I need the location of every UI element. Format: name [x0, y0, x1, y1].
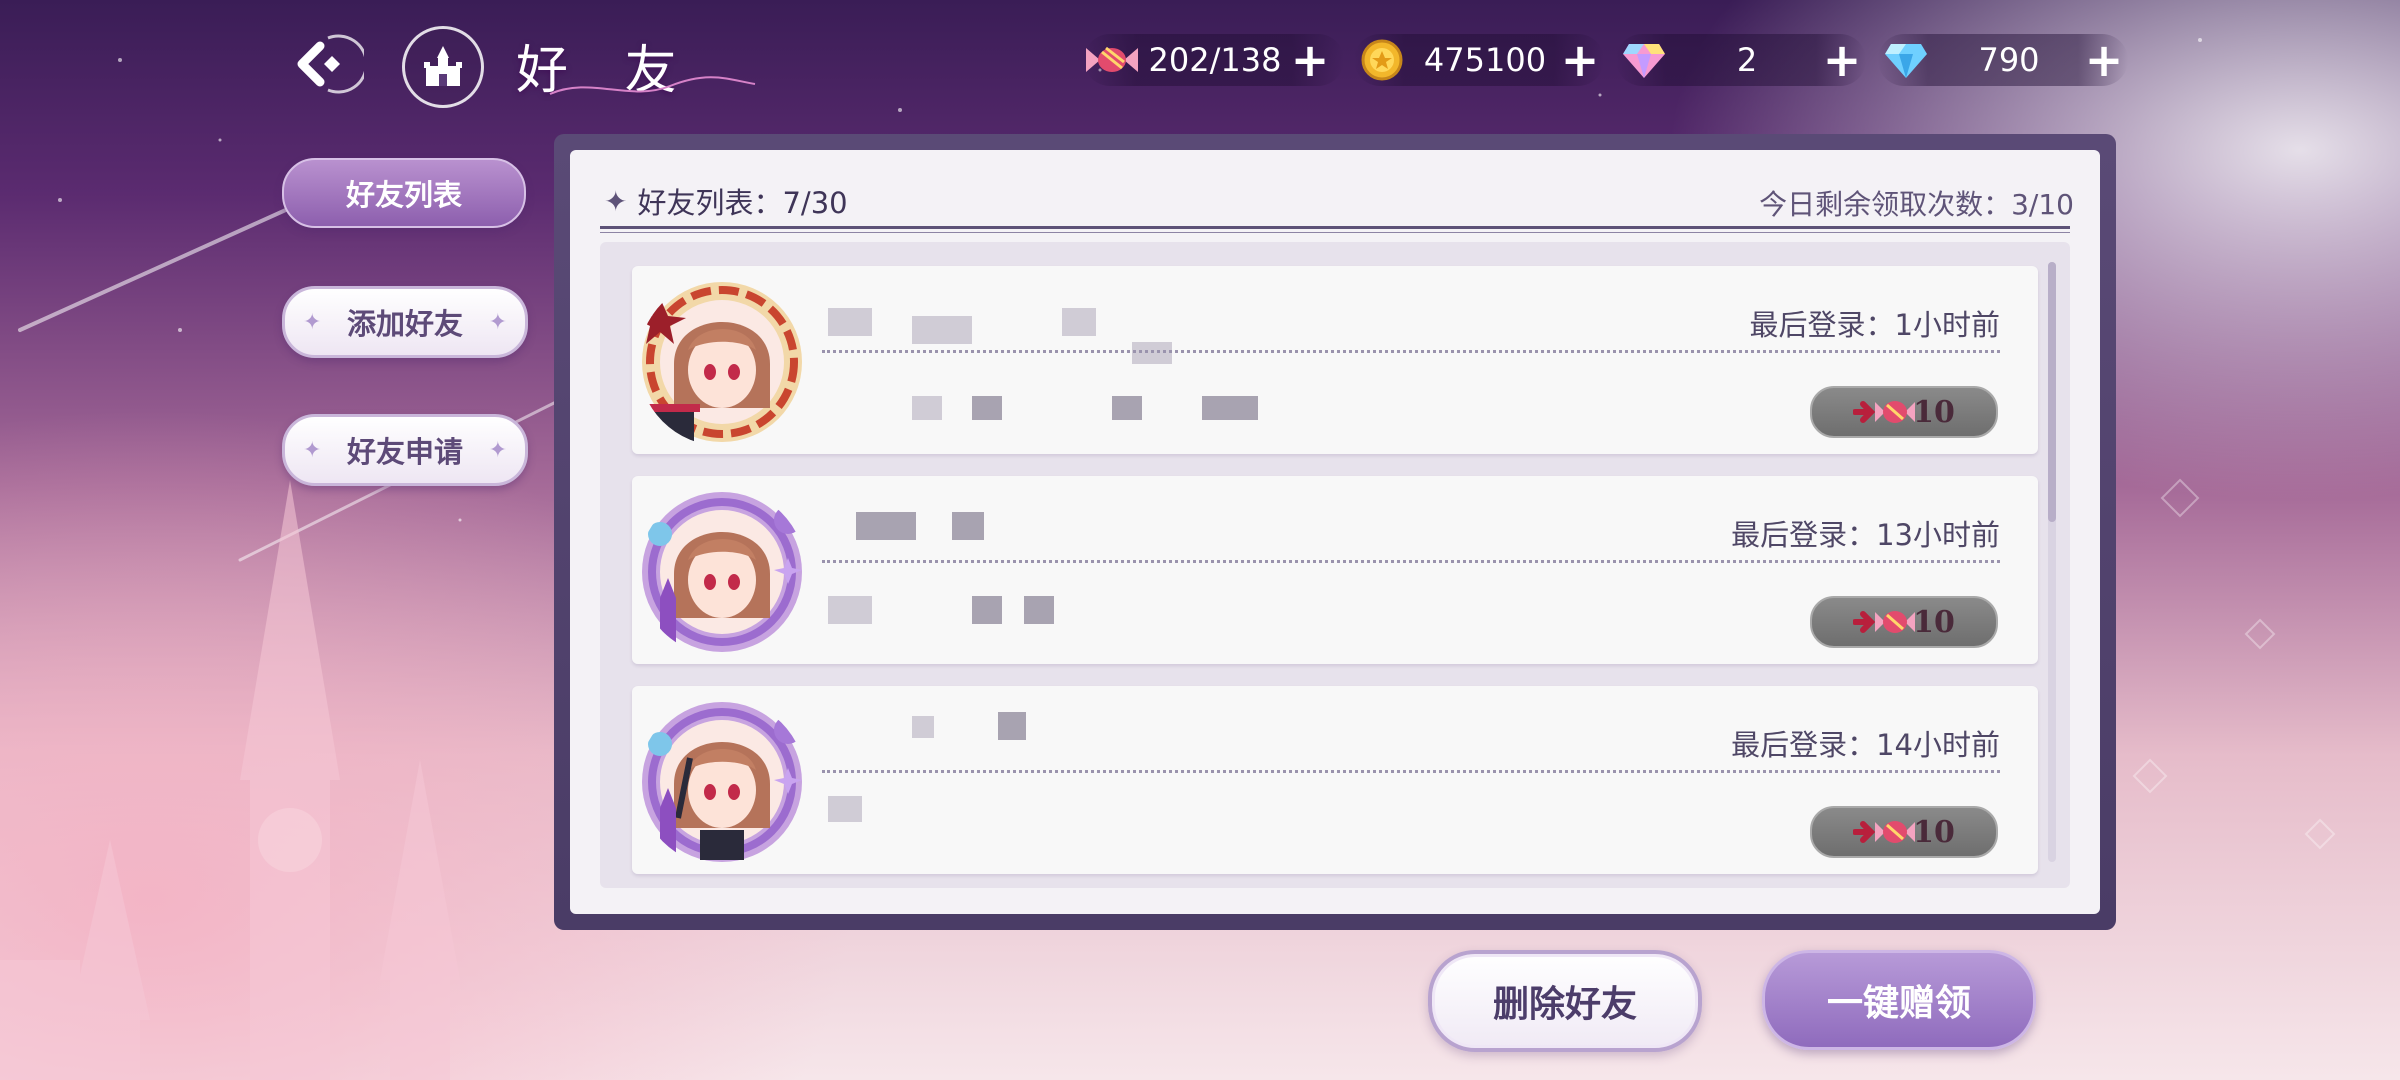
mosaic-uid [1024, 596, 1054, 624]
remaining-claims-label: 今日剩余领取次数：3/10 [1759, 188, 2074, 221]
gift-candy-button[interactable]: 10 [1810, 386, 1998, 438]
tab-friend-list[interactable]: 好友列表 [282, 158, 526, 228]
mosaic-uid [1112, 396, 1142, 420]
mosaic-name [912, 716, 934, 738]
sparkle-icon: ✦ [303, 309, 322, 335]
mosaic-name [1062, 308, 1096, 336]
mosaic-name [952, 512, 984, 540]
rainbow-diamond-icon [1616, 32, 1672, 88]
dotted-divider [822, 350, 2000, 353]
mosaic-name [856, 512, 916, 540]
friend-list-scroll-thumb[interactable] [2048, 262, 2056, 522]
delete-friend-button[interactable]: 删除好友 [1428, 950, 1702, 1052]
blue-diamond-icon [1878, 32, 1934, 88]
add-gold-button[interactable]: + [1560, 37, 1600, 83]
avatar[interactable] [638, 488, 806, 656]
tab-friend-requests[interactable]: ✦ 好友申请 ✦ [282, 414, 528, 486]
mosaic-name [998, 712, 1026, 740]
list-item[interactable]: 最后登录：13小时前 10 [632, 476, 2038, 664]
gold-value: 475100 [1423, 41, 1547, 79]
add-blue-gem-button[interactable]: + [2084, 37, 2124, 83]
mosaic-name [912, 316, 972, 344]
send-candy-icon [1853, 821, 1916, 843]
gift-candy-button[interactable]: 10 [1810, 806, 1998, 858]
tab-friend-list-label: 好友列表 [345, 178, 462, 212]
sparkle-icon: ✦ [488, 309, 507, 335]
avatar[interactable] [638, 278, 806, 446]
send-candy-icon [1853, 401, 1916, 423]
dotted-divider [822, 560, 2000, 563]
rainbow-gem-value: 2 [1736, 41, 1758, 79]
mosaic-uid [1202, 396, 1258, 420]
gift-candy-button[interactable]: 10 [1810, 596, 1998, 648]
list-item[interactable]: 最后登录：14小时前 10 [632, 686, 2038, 874]
last-login-label: 最后登录：14小时前 [1731, 728, 2000, 762]
gift-all-button[interactable]: 一键赠领 [1762, 950, 2036, 1050]
add-candy-button[interactable]: + [1290, 37, 1330, 83]
tab-add-friend-label: 添加好友 [346, 307, 463, 341]
mosaic-name [828, 308, 872, 336]
mosaic-uid [828, 796, 862, 822]
title-flourish [549, 76, 756, 95]
back-button[interactable] [284, 24, 364, 104]
friend-count-label: 好友列表：7/30 [637, 186, 848, 220]
home-button[interactable] [402, 26, 484, 108]
mosaic-uid [828, 596, 872, 624]
gift-count: 10 [1913, 604, 1955, 640]
tab-add-friend[interactable]: ✦ 添加好友 ✦ [282, 286, 528, 358]
add-rainbow-gem-button[interactable]: + [1822, 37, 1862, 83]
list-item[interactable]: 最后登录：1小时前 10 [632, 266, 2038, 454]
resource-rainbow-gem: 2 + [1616, 34, 1866, 86]
gift-count: 10 [1913, 814, 1955, 850]
avatar[interactable] [638, 698, 806, 866]
sparkle-icon: ✦ [303, 437, 322, 463]
mosaic-name [1132, 342, 1172, 364]
gold-coin-icon [1354, 32, 1410, 88]
tab-friend-requests-label: 好友申请 [346, 435, 463, 469]
resource-candy: 202/138 + [1084, 34, 1344, 86]
sparkle-icon: ✦ [488, 437, 507, 463]
mosaic-uid [912, 396, 942, 420]
send-candy-icon [1853, 611, 1916, 633]
mosaic-uid [972, 596, 1002, 624]
gift-count: 10 [1913, 394, 1955, 430]
last-login-label: 最后登录：13小时前 [1731, 518, 2000, 552]
back-arrow-icon [297, 34, 364, 94]
resource-blue-gem: 790 + [1878, 34, 2128, 86]
last-login-label: 最后登录：1小时前 [1749, 308, 2000, 342]
candy-icon [1084, 32, 1140, 88]
candy-value: 202/138 [1148, 41, 1282, 79]
sparkle-icon: ✦ [604, 184, 628, 218]
mosaic-uid [972, 396, 1002, 420]
friend-count-header: ✦ 好友列表：7/30 [604, 180, 848, 222]
castle-home-icon [424, 46, 462, 86]
dotted-divider [822, 770, 2000, 773]
resource-gold: 475100 + [1354, 34, 1604, 86]
blue-gem-value: 790 [1978, 41, 2040, 79]
header-divider [600, 226, 2070, 229]
header-divider-thin [600, 232, 2070, 233]
